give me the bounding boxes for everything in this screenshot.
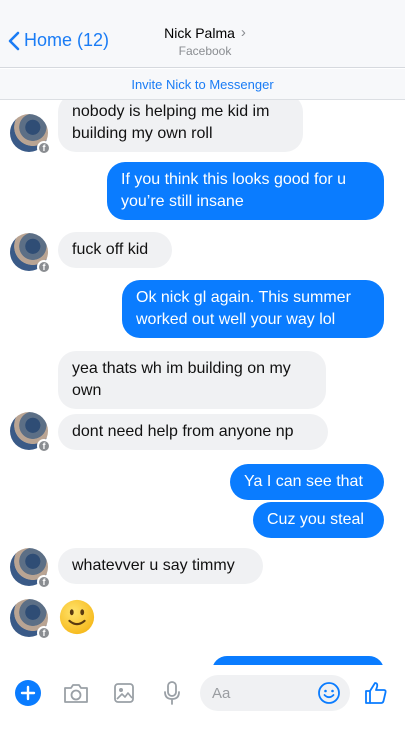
message-text: whatevver u say timmy [72,557,235,574]
bottom-edge [0,720,405,730]
message-input-placeholder: Aa [212,684,231,702]
invite-label: Invite Nick to Messenger [131,76,274,92]
camera-icon[interactable] [62,679,90,707]
facebook-badge-icon: f [37,260,51,274]
message-bubble-incoming[interactable]: whatevver u say timmy [58,548,263,584]
invite-banner[interactable]: Invite Nick to Messenger [0,69,405,100]
message-text: dont need help from anyone np [72,423,294,440]
chevron-left-icon [8,31,20,50]
message-text: Ok nick gl again. This summer worked out… [136,289,351,328]
back-label: Home (12) [24,30,110,50]
contact-title[interactable]: Nick Palma › Facebook [120,24,290,58]
message-thread[interactable]: f nobody is helping me kid im building m… [0,100,405,665]
message-text: nobody is helping me kid im building my … [72,103,270,142]
facebook-badge-icon: f [37,439,51,453]
contact-name: Nick Palma [164,24,235,41]
avatar[interactable]: f [10,412,51,453]
microphone-icon[interactable] [158,679,186,707]
message-bubble-incoming[interactable]: fuck off kid [58,232,172,268]
facebook-badge-icon: f [37,626,51,640]
message-bubble-incoming[interactable]: nobody is helping me kid im building my … [58,100,303,152]
plus-icon[interactable] [14,679,42,707]
message-bubble-outgoing[interactable]: Cuz you steal [253,502,384,538]
message-text: fuck off kid [72,241,149,258]
message-bubble-incoming[interactable]: yea thats wh im building on my own [58,351,326,409]
avatar[interactable]: f [10,233,51,274]
image-icon[interactable] [110,679,138,707]
contact-subtitle: Facebook [178,44,232,58]
slightly-smiling-face-icon[interactable] [58,598,96,636]
avatar[interactable]: f [10,599,51,640]
chevron-right-icon: › [240,24,246,41]
conversation-header: Home (12) Nick Palma › Facebook [0,0,405,68]
message-text: Cuz you steal [267,511,364,528]
message-bubble-outgoing[interactable]: Ok nick gl again. This summer worked out… [122,280,384,338]
message-text: yea thats wh im building on my own [72,360,291,399]
message-bubble-incoming[interactable]: dont need help from anyone np [58,414,328,450]
composer-bar: Aa [0,665,405,720]
thumbs-up-icon[interactable] [362,679,390,707]
message-bubble-outgoing[interactable]: If you think this looks good for u you’r… [107,162,384,220]
message-bubble-outgoing[interactable] [212,656,384,665]
message-text: Ya I can see that [244,473,363,490]
back-button[interactable]: Home (12) [8,30,109,51]
message-bubble-outgoing[interactable]: Ya I can see that [230,464,384,500]
avatar[interactable]: f [10,548,51,589]
emoji-icon[interactable] [315,679,343,707]
message-text: If you think this looks good for u you’r… [121,171,347,210]
facebook-badge-icon: f [37,575,51,589]
facebook-badge-icon: f [37,141,51,155]
avatar[interactable]: f [10,114,51,155]
